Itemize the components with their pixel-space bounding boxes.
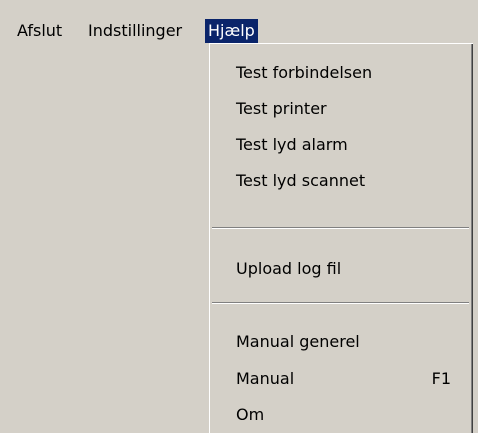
menu-separator [212,302,469,304]
menu-hjaelp[interactable]: Hjælp [205,19,258,43]
menu-item-om[interactable]: Om [214,398,467,432]
menu-item-test-lyd-scannet[interactable]: Test lyd scannet [214,164,467,198]
menu-afslut[interactable]: Afslut [14,19,65,43]
help-dropdown-menu: Test forbindelsen Test printer Test lyd … [209,43,473,433]
menu-item-test-forbindelsen[interactable]: Test forbindelsen [214,56,467,90]
menu-item-label: Om [236,405,265,424]
menu-item-label: Test forbindelsen [236,63,373,82]
menu-separator [212,227,469,229]
menu-item-label: Upload log fil [236,259,342,278]
menu-item-shortcut: F1 [431,369,451,388]
menu-item-label: Test lyd scannet [236,171,366,190]
menu-item-label: Test lyd alarm [236,135,348,154]
menu-item-test-printer[interactable]: Test printer [214,92,467,126]
menu-bar: Afslut Indstillinger Hjælp [0,0,478,44]
menu-item-test-lyd-alarm[interactable]: Test lyd alarm [214,128,467,162]
menu-item-label: Test printer [236,99,327,118]
menu-item-label: Manual [236,369,295,388]
menu-item-label: Manual generel [236,332,360,351]
menu-item-manual-generel[interactable]: Manual generel [214,325,467,359]
menu-item-upload-log-fil[interactable]: Upload log fil [214,252,467,286]
menu-indstillinger[interactable]: Indstillinger [85,19,185,43]
menu-item-manual[interactable]: Manual F1 [214,362,467,396]
